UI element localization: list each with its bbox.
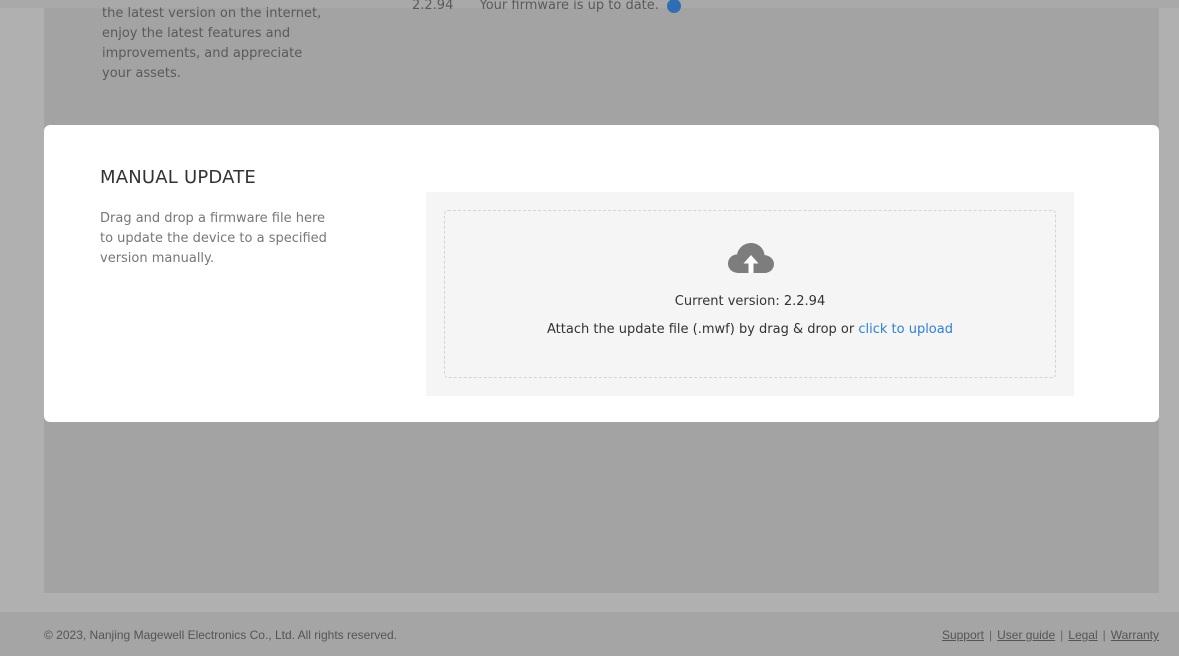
online-update-status: 2.2.94 Your firmware is up to date. (412, 0, 682, 16)
copyright-text: © 2023, Nanjing Magewell Electronics Co.… (44, 628, 398, 642)
link-separator: | (988, 628, 993, 642)
footer: © 2023, Nanjing Magewell Electronics Co.… (0, 612, 1179, 656)
online-status-text: Your firmware is up to date. (479, 0, 659, 13)
link-separator: | (1102, 628, 1106, 642)
attach-text: Attach the update file (.mwf) by drag & … (547, 322, 859, 337)
cloud-upload-icon (728, 243, 774, 273)
firmware-dropzone[interactable]: Current version: 2.2.94 Attach the updat… (444, 210, 1056, 378)
user-guide-link[interactable]: User guide (997, 628, 1055, 642)
check-icon (667, 0, 682, 13)
online-version-text: 2.2.94 (412, 0, 454, 13)
section-description: Drag and drop a firmware file here to up… (100, 211, 327, 266)
legal-link[interactable]: Legal (1068, 628, 1097, 642)
current-version-text: Current version: 2.2.94 (674, 294, 826, 309)
attach-instructions: Attach the update file (.mwf) by drag & … (445, 322, 1055, 337)
warranty-link[interactable]: Warranty (1111, 628, 1159, 642)
online-update-description: the latest version on the internet, enjo… (102, 6, 322, 81)
link-separator: | (1060, 628, 1064, 642)
section-title: MANUAL UPDATE (100, 167, 257, 188)
click-to-upload-link[interactable]: click to upload (858, 322, 953, 337)
manual-update-card: MANUAL UPDATE Drag and drop a firmware f… (44, 125, 1159, 422)
support-link[interactable]: Support (942, 628, 984, 642)
footer-links: Support | User guide | Legal | Warranty (942, 628, 1159, 642)
upload-area: Current version: 2.2.94 Attach the updat… (426, 192, 1074, 396)
